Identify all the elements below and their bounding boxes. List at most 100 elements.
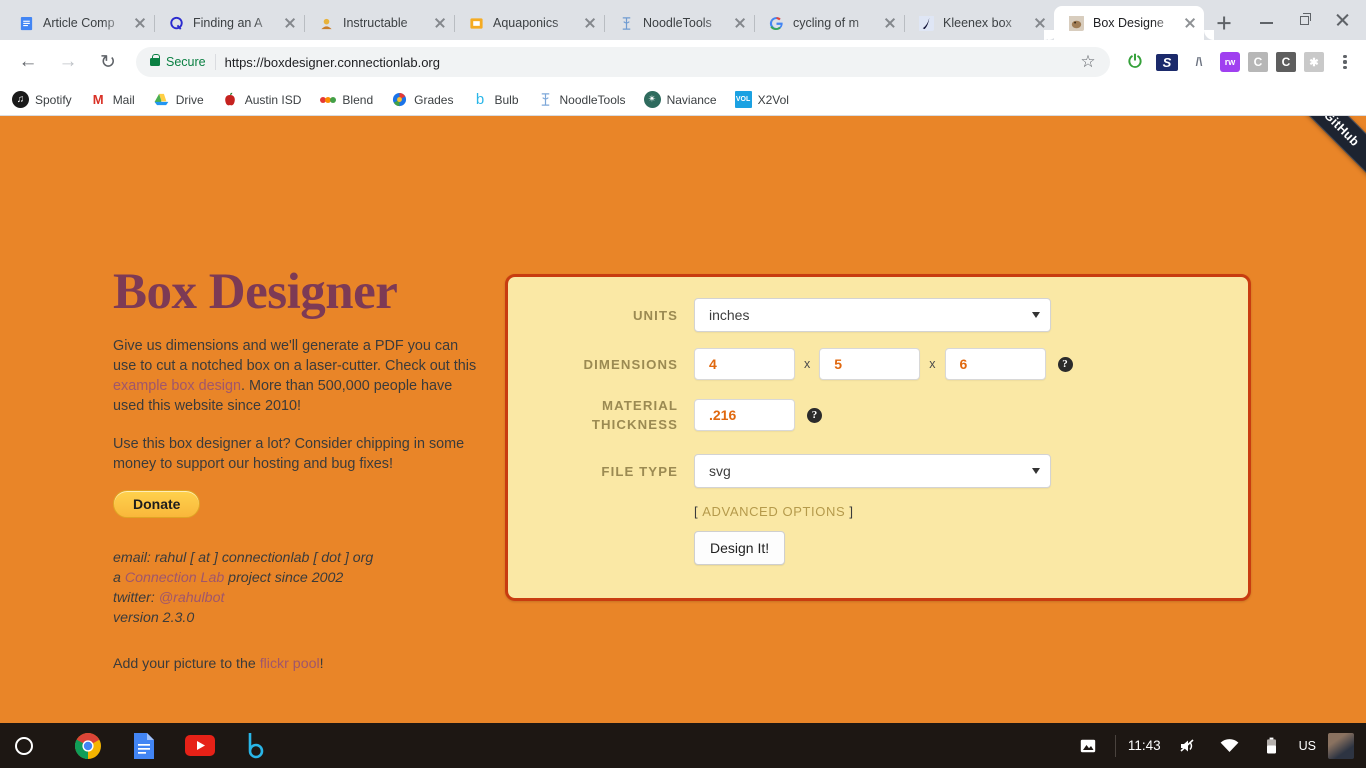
close-icon[interactable] <box>432 15 448 31</box>
file-type-select[interactable]: svg <box>694 454 1051 488</box>
bookmark-bulb[interactable]: b Bulb <box>471 91 519 108</box>
close-icon[interactable] <box>882 15 898 31</box>
drive-icon <box>153 91 170 108</box>
power-extension-icon[interactable]: ⏻ <box>1122 49 1148 75</box>
bookmark-spotify[interactable]: ♫ Spotify <box>12 91 72 108</box>
close-icon[interactable] <box>1032 15 1048 31</box>
material-thickness-help-icon[interactable]: ? <box>807 407 822 423</box>
close-icon[interactable] <box>282 15 298 31</box>
battery-icon[interactable] <box>1257 731 1287 761</box>
file-type-label: FILE TYPE <box>601 463 678 479</box>
close-window-icon[interactable] <box>1326 5 1360 35</box>
donate-button[interactable]: Donate <box>113 490 201 519</box>
noodletools-icon <box>537 91 554 108</box>
dimensions-help-icon[interactable]: ? <box>1057 356 1073 372</box>
dimension-separator: x <box>804 357 811 371</box>
dimensions-row: DIMENSIONS 4 x 5 x 6 ? <box>508 348 1248 380</box>
forward-arrow-icon[interactable]: → <box>51 45 85 79</box>
system-tray: 11:43 US <box>1073 731 1366 761</box>
flickr-pool-link[interactable]: flickr pool <box>260 656 320 672</box>
minimize-icon[interactable] <box>1250 5 1284 35</box>
close-icon[interactable] <box>132 15 148 31</box>
intro-paragraph: Give us dimensions and we'll generate a … <box>113 336 481 416</box>
bracket-close: ] <box>849 504 854 519</box>
bookmark-blend[interactable]: Blend <box>319 91 373 108</box>
design-it-button[interactable]: Design It! <box>694 531 786 565</box>
bulb-icon: b <box>475 91 485 108</box>
kebab-menu-icon[interactable] <box>1332 49 1358 75</box>
material-thickness-input[interactable]: .216 <box>694 399 795 431</box>
browser-tab[interactable]: Finding an A <box>154 6 305 40</box>
browser-tab[interactable]: Instructable <box>304 6 455 40</box>
bookmark-label: Naviance <box>666 92 717 107</box>
locale-label[interactable]: US <box>1299 739 1316 753</box>
connection-lab-link[interactable]: Connection Lab <box>125 570 224 586</box>
twitter-handle-link[interactable]: @rahulbot <box>159 590 225 606</box>
url-text[interactable]: https://boxdesigner.connectionlab.org <box>225 55 1074 70</box>
bookmark-grades[interactable]: Grades <box>391 91 453 108</box>
close-icon[interactable] <box>732 15 748 31</box>
browser-toolbar: ← → ↻ Secure https://boxdesigner.connect… <box>0 40 1366 84</box>
address-bar[interactable]: Secure https://boxdesigner.connectionlab… <box>136 47 1110 77</box>
volume-muted-icon[interactable] <box>1173 731 1203 761</box>
material-thickness-label-line1: MATERIAL <box>602 398 678 413</box>
bookmark-naviance[interactable]: ✴ Naviance <box>643 91 717 108</box>
browser-tab[interactable]: cycling of m <box>754 6 905 40</box>
tab-title: Kleenex box <box>943 16 1012 30</box>
close-icon[interactable] <box>1182 15 1198 31</box>
wifi-icon[interactable] <box>1215 731 1245 761</box>
bookmark-x2vol[interactable]: VOL X2Vol <box>734 91 789 108</box>
star-icon[interactable]: ☆ <box>1074 48 1102 76</box>
clock[interactable]: 11:43 <box>1128 738 1161 753</box>
bulb-icon[interactable] <box>241 731 271 761</box>
support-paragraph: Use this box designer a lot? Consider ch… <box>113 436 465 473</box>
launcher-icon[interactable] <box>15 736 33 755</box>
bookmark-noodletools[interactable]: NoodleTools <box>537 91 626 108</box>
project-line: a Connection Lab project since 2002 <box>113 568 481 588</box>
browser-tab[interactable]: NoodleTools <box>604 6 755 40</box>
dimension-width-input[interactable]: 5 <box>819 348 921 380</box>
google-icon <box>768 15 784 31</box>
dimension-height-input[interactable]: 6 <box>944 348 1046 380</box>
back-arrow-icon[interactable]: ← <box>11 45 45 79</box>
bookmark-label: NoodleTools <box>559 92 626 107</box>
bookmark-label: Blend <box>342 92 374 107</box>
apple-icon <box>222 91 239 108</box>
browser-tab[interactable]: Article Comp <box>4 6 155 40</box>
blend-icon <box>319 91 336 108</box>
close-icon[interactable] <box>582 15 598 31</box>
security-label: Secure <box>166 55 206 69</box>
example-box-design-link[interactable]: example box design <box>113 378 241 394</box>
bookmark-mail[interactable]: M Mail <box>90 91 135 108</box>
grey-extension-icon[interactable]: ✱ <box>1304 52 1324 72</box>
fork-me-on-github-ribbon[interactable]: Fork me on GitHub <box>1223 116 1366 194</box>
units-select[interactable]: inches <box>694 298 1051 332</box>
rw-extension-icon[interactable]: rw <box>1220 52 1240 72</box>
new-tab-button[interactable] <box>1210 9 1238 37</box>
advanced-options-link[interactable]: ADVANCED OPTIONS <box>702 504 845 519</box>
material-thickness-label-line2: THICKNESS <box>591 417 678 432</box>
c-extension-light-icon[interactable]: C <box>1248 52 1268 72</box>
user-avatar[interactable] <box>1328 732 1354 759</box>
s-extension-icon[interactable]: S <box>1156 53 1178 71</box>
google-docs-icon[interactable] <box>129 731 159 761</box>
restore-icon[interactable] <box>1288 5 1322 35</box>
units-value: inches <box>709 307 750 323</box>
lambda-extension-icon[interactable]: /\ <box>1186 49 1212 75</box>
reload-icon[interactable]: ↻ <box>91 45 125 79</box>
bookmark-austin-isd[interactable]: Austin ISD <box>222 91 301 108</box>
bookmark-label: Mail <box>112 92 135 107</box>
noodletools-icon <box>618 15 634 31</box>
bookmark-label: Spotify <box>35 92 72 107</box>
browser-tab[interactable]: Kleenex box <box>904 6 1055 40</box>
intro-text-1: Give us dimensions and we'll generate a … <box>113 338 477 375</box>
image-icon[interactable] <box>1073 731 1103 761</box>
bookmark-drive[interactable]: Drive <box>153 91 204 108</box>
dimension-length-input[interactable]: 4 <box>694 348 795 380</box>
browser-tab[interactable]: Aquaponics <box>454 6 605 40</box>
youtube-icon[interactable] <box>185 731 215 761</box>
c-extension-dark-icon[interactable]: C <box>1276 52 1296 72</box>
chrome-icon[interactable] <box>73 731 103 761</box>
tab-title: Finding an A <box>193 16 263 30</box>
browser-tab-active[interactable]: Box Designe <box>1054 6 1214 40</box>
